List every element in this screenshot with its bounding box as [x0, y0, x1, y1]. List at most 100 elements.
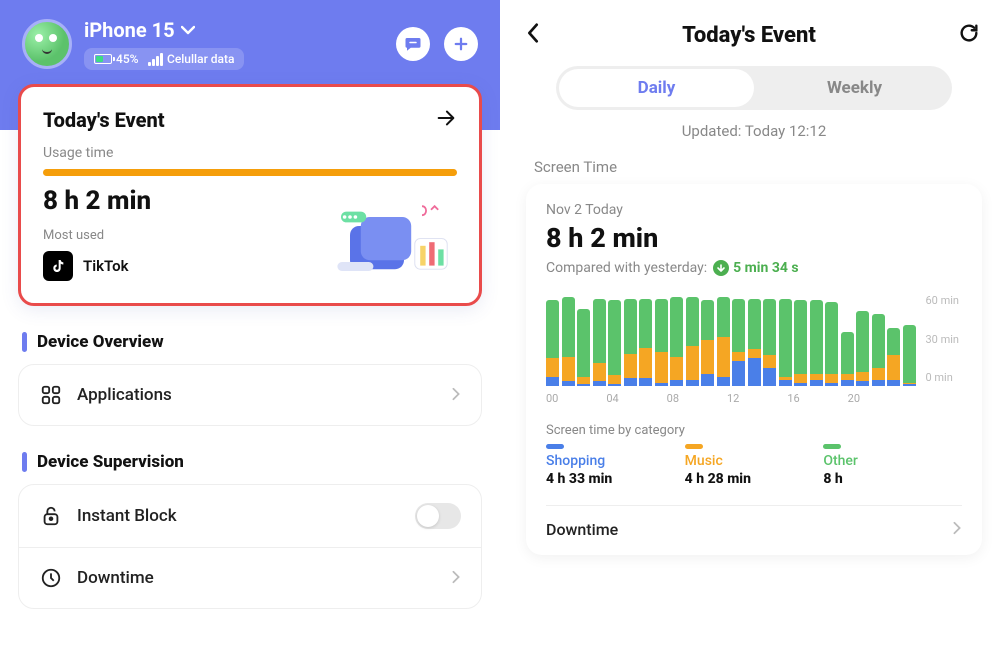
network-label: Celullar data: [167, 52, 235, 66]
x-tick: 20: [848, 392, 908, 405]
screen-time-label: Screen Time: [534, 158, 986, 176]
battery-icon: [94, 54, 112, 64]
chart-bar: [856, 311, 869, 386]
chart-bar: [748, 299, 761, 386]
chart-bar: [670, 297, 683, 386]
swatch: [546, 444, 564, 449]
instant-block-row[interactable]: Instant Block: [19, 485, 481, 547]
lock-icon: [39, 504, 63, 528]
updated-label: Updated: Today 12:12: [522, 122, 986, 140]
chart-bar: [717, 297, 730, 386]
compared-label: Compared with yesterday:: [546, 260, 707, 276]
chart-bar: [686, 297, 699, 386]
section-device-overview: Device Overview: [22, 332, 478, 352]
chart-bar: [624, 299, 637, 386]
category-shopping[interactable]: Shopping 4 h 33 min: [546, 444, 685, 487]
chevron-down-icon: [181, 25, 195, 35]
section-title-label: Device Supervision: [37, 452, 184, 472]
instant-block-toggle[interactable]: [415, 503, 461, 529]
hourly-chart: 60 min 30 min 0 min: [546, 294, 962, 386]
tab-weekly[interactable]: Weekly: [757, 66, 952, 110]
chart-bar: [655, 299, 668, 386]
x-axis: 000408121620: [546, 392, 908, 405]
avatar[interactable]: [22, 19, 72, 69]
chart-bar: [639, 299, 652, 386]
decor-illustration: [311, 199, 461, 289]
chart-bar: [903, 325, 916, 386]
downtime-detail-row[interactable]: Downtime: [546, 505, 962, 539]
clock-icon: [39, 566, 63, 590]
chevron-right-icon: [952, 520, 962, 539]
compared-delta: 5 min 34 s: [733, 260, 798, 276]
row-label: Applications: [77, 385, 172, 405]
downtime-row[interactable]: Downtime: [19, 547, 481, 608]
category-music[interactable]: Music 4 h 28 min: [685, 444, 824, 487]
device-status: 45% Celullar data: [84, 48, 244, 70]
category-value: 4 h 33 min: [546, 471, 685, 487]
back-button[interactable]: [526, 22, 540, 48]
refresh-button[interactable]: [958, 22, 980, 48]
usage-bar-fill: [43, 169, 457, 176]
date-label: Nov 2 Today: [546, 202, 962, 218]
usage-label: Usage time: [43, 145, 457, 161]
signal-icon: [148, 53, 163, 66]
category-name: Other: [823, 453, 962, 469]
category-name: Music: [685, 453, 824, 469]
dashboard-pane: iPhone 15 45% Celullar data: [0, 0, 500, 667]
refresh-icon: [958, 22, 980, 44]
chart-bar: [732, 299, 745, 386]
today-event-card[interactable]: Today's Event Usage time 8 h 2 min Most …: [18, 84, 482, 306]
header-row: iPhone 15 45% Celullar data: [22, 18, 478, 70]
section-bar: [22, 332, 27, 352]
usage-bar: [43, 169, 457, 176]
chart-bar: [794, 300, 807, 386]
chart-bar: [763, 299, 776, 386]
x-tick: 04: [606, 392, 666, 405]
chart-bar: [825, 302, 838, 386]
messages-button[interactable]: [396, 27, 430, 61]
battery-pct: 45%: [116, 52, 138, 66]
row-label: Instant Block: [77, 506, 177, 526]
chart-bar: [701, 300, 714, 386]
today-title: Today's Event: [43, 108, 165, 132]
chevron-right-icon: [451, 386, 461, 405]
device-info: iPhone 15 45% Celullar data: [22, 18, 244, 70]
chart-bar: [593, 299, 606, 386]
chevron-right-icon: [451, 569, 461, 588]
section-bar: [22, 452, 27, 472]
chart-bar: [546, 300, 559, 386]
page-header: Today's Event: [522, 18, 986, 62]
chart-bar: [608, 300, 621, 386]
category-title: Screen time by category: [546, 423, 962, 438]
x-tick: 08: [667, 392, 727, 405]
y-axis: 60 min 30 min 0 min: [926, 294, 963, 386]
arrow-down-icon: [713, 260, 729, 276]
row-label: Downtime: [77, 568, 154, 588]
x-tick: 00: [546, 392, 606, 405]
applications-row[interactable]: Applications: [19, 365, 481, 425]
category-value: 4 h 28 min: [685, 471, 824, 487]
swatch: [823, 444, 841, 449]
chevron-left-icon: [526, 22, 540, 44]
add-button[interactable]: [444, 27, 478, 61]
tab-daily[interactable]: Daily: [559, 69, 754, 107]
category-other[interactable]: Other 8 h: [823, 444, 962, 487]
device-name-label: iPhone 15: [84, 18, 175, 42]
device-selector[interactable]: iPhone 15: [84, 18, 244, 42]
section-title-label: Device Overview: [37, 332, 164, 352]
chart-bar: [841, 332, 854, 386]
y-tick: 30 min: [926, 333, 963, 346]
category-name: Shopping: [546, 453, 685, 469]
chart-bar: [887, 328, 900, 386]
screen-time-card: Nov 2 Today 8 h 2 min Compared with yest…: [526, 184, 982, 555]
chart-bar: [562, 297, 575, 386]
x-tick: 12: [727, 392, 787, 405]
category-row: Shopping 4 h 33 min Music 4 h 28 min Oth…: [546, 444, 962, 487]
chart-bar: [577, 309, 590, 386]
swatch: [685, 444, 703, 449]
chat-icon: [404, 35, 422, 53]
plus-icon: [452, 35, 470, 53]
arrow-right-icon: [435, 107, 457, 133]
range-segmented-control: Daily Weekly: [556, 66, 952, 110]
y-tick: 0 min: [926, 371, 963, 384]
